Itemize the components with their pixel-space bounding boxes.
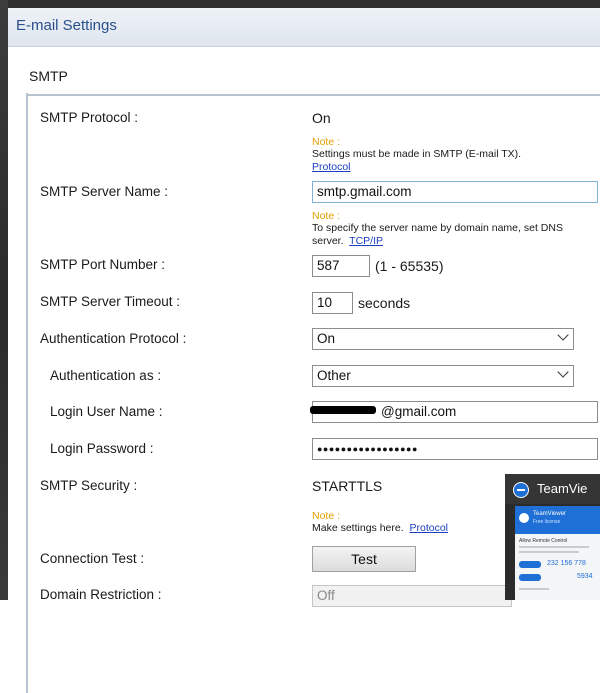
teamviewer-panel: TeamViewer Free license Allow Remote Con…	[515, 506, 600, 600]
teamviewer-line: Allow Remote Control	[519, 538, 568, 544]
window-chrome-top	[0, 0, 600, 8]
smtp-protocol-note-text: Settings must be made in SMTP (E-mail TX…	[312, 148, 522, 160]
smtp-port-number-range: (1 - 65535)	[375, 258, 444, 274]
section-divider	[26, 93, 600, 693]
smtp-protocol-value: On	[312, 110, 331, 126]
teamviewer-title: TeamVie	[537, 481, 588, 496]
teamviewer-header: TeamVie	[505, 474, 600, 504]
domain-restriction-select[interactable]: Off	[312, 585, 512, 607]
smtp-server-name-note-head: Note :	[312, 210, 341, 222]
smtp-security-value: STARTTLS	[312, 478, 383, 494]
teamviewer-logo-icon	[513, 482, 529, 498]
smtp-server-name-input[interactable]: smtp.gmail.com	[312, 181, 598, 203]
section-title: SMTP	[29, 68, 68, 84]
chevron-down-icon	[557, 329, 569, 341]
teamviewer-pw-pill	[519, 574, 541, 581]
smtp-security-label: SMTP Security :	[40, 478, 138, 493]
authentication-protocol-selected: On	[317, 331, 336, 346]
smtp-protocol-note: Settings must be made in SMTP (E-mail TX…	[312, 148, 592, 174]
authentication-as-label: Authentication as :	[50, 368, 162, 383]
smtp-security-note-head: Note :	[312, 510, 341, 522]
login-password-label: Login Password :	[50, 441, 154, 456]
smtp-port-number-label: SMTP Port Number :	[40, 257, 166, 272]
teamviewer-panel-header: TeamViewer Free license	[515, 506, 600, 534]
smtp-protocol-note-head: Note :	[312, 136, 341, 148]
login-user-name-suffix: @gmail.com	[381, 404, 457, 419]
teamviewer-text-placeholder	[519, 588, 549, 590]
login-user-name-label: Login User Name :	[50, 404, 163, 419]
login-password-input[interactable]: ●●●●●●●●●●●●●●●●●	[312, 438, 598, 460]
smtp-server-name-note: To specify the server name by domain nam…	[312, 222, 572, 248]
smtp-server-name-note-link[interactable]: TCP/IP	[349, 235, 383, 247]
smtp-protocol-note-link[interactable]: Protocol	[312, 161, 351, 173]
teamviewer-password: 5934	[577, 573, 593, 580]
teamviewer-id: 232 156 778	[547, 560, 586, 567]
teamviewer-mini-icon	[519, 513, 529, 523]
smtp-security-note: Make settings here. Protocol	[312, 522, 512, 535]
connection-test-label: Connection Test :	[40, 551, 145, 566]
teamviewer-panel-sub: Free license	[533, 519, 561, 525]
window-titlebar: E-mail Settings	[8, 8, 600, 47]
teamviewer-text-placeholder	[519, 546, 589, 548]
window-chrome-left	[0, 0, 8, 600]
teamviewer-panel-name: TeamViewer	[533, 511, 566, 517]
smtp-protocol-label: SMTP Protocol :	[40, 110, 139, 125]
window-title: E-mail Settings	[16, 17, 117, 34]
smtp-security-note-text: Make settings here.	[312, 522, 404, 534]
redaction-mark	[310, 406, 376, 414]
chevron-down-icon	[557, 366, 569, 378]
teamviewer-id-pill	[519, 561, 541, 568]
teamviewer-popup[interactable]: TeamVie TeamViewer Free license Allow Re…	[505, 474, 600, 600]
authentication-protocol-select[interactable]: On	[312, 328, 574, 350]
authentication-as-selected: Other	[317, 368, 351, 383]
smtp-server-timeout-input[interactable]: 10	[312, 292, 353, 314]
smtp-server-name-label: SMTP Server Name :	[40, 184, 169, 199]
teamviewer-text-placeholder	[519, 551, 579, 553]
smtp-server-timeout-label: SMTP Server Timeout :	[40, 294, 181, 309]
smtp-security-note-link[interactable]: Protocol	[409, 522, 448, 534]
smtp-port-number-input[interactable]: 587	[312, 255, 370, 277]
test-button[interactable]: Test	[312, 546, 416, 572]
authentication-protocol-label: Authentication Protocol :	[40, 331, 187, 346]
authentication-as-select[interactable]: Other	[312, 365, 574, 387]
smtp-server-timeout-unit: seconds	[358, 295, 411, 311]
